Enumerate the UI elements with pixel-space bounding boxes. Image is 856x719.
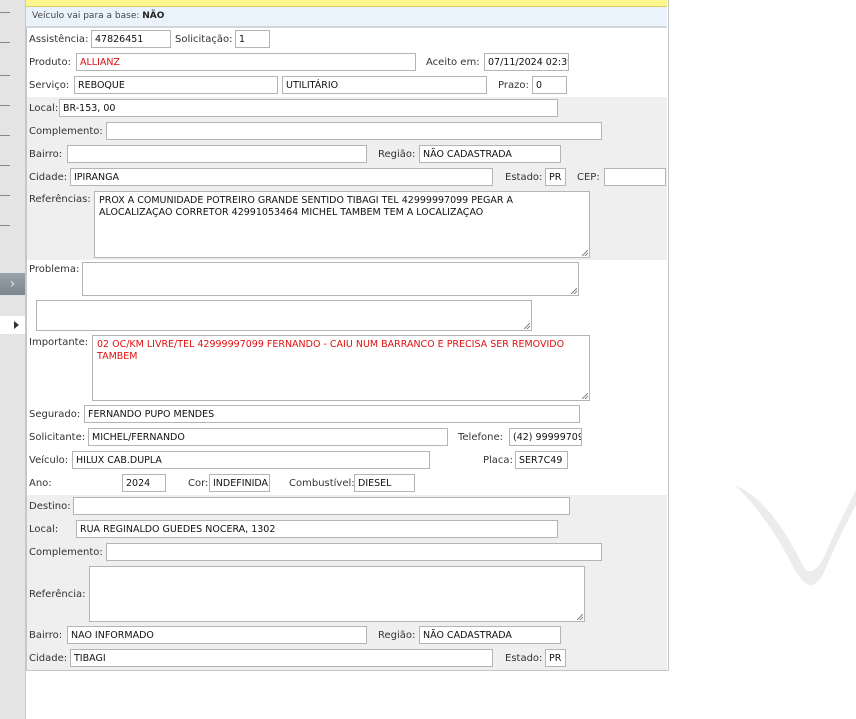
divider — [0, 12, 10, 13]
destino-local-field[interactable]: RUA REGINALDO GUEDES NOCERA, 1302 — [76, 520, 558, 538]
importante-textarea[interactable]: 02 OC/KM LIVRE/TEL 42999997099 FERNANDO … — [92, 335, 590, 401]
importante-label: Importante: — [29, 337, 89, 348]
divider — [0, 75, 10, 76]
placa-label: Placa: — [483, 455, 513, 466]
problema-detail-textarea[interactable] — [36, 300, 532, 331]
chevron-right-icon: › — [9, 276, 16, 292]
destino-referencia-textarea[interactable] — [89, 566, 585, 622]
destino-field[interactable] — [73, 497, 570, 515]
referencias-label: Referências: — [29, 194, 91, 205]
bairro-label: Bairro: — [29, 149, 63, 160]
prazo-label: Prazo: — [498, 80, 529, 91]
assistencia-field[interactable]: 47826451 — [91, 30, 171, 48]
divider — [0, 105, 10, 106]
destino-regiao-field[interactable]: NÃO CADASTRADA — [419, 626, 561, 644]
aceito-field[interactable]: 07/11/2024 02:39 — [484, 53, 569, 71]
solicitante-label: Solicitante: — [29, 432, 86, 443]
cidade-label: Cidade: — [29, 172, 68, 183]
telefone-label: Telefone: — [458, 432, 503, 443]
regiao-label: Região: — [378, 149, 416, 160]
referencias-textarea[interactable]: PROX A COMUNIDADE POTREIRO GRANDE SENTID… — [94, 191, 590, 258]
solicitante-field[interactable]: MICHEL/FERNANDO — [88, 428, 448, 446]
segurado-label: Segurado: — [29, 409, 81, 420]
destino-cidade-field[interactable]: TIBAGI — [70, 649, 493, 667]
complemento-label: Complemento: — [29, 126, 103, 137]
veiculo-label: Veículo: — [29, 455, 69, 466]
destino-cidade-label: Cidade: — [29, 653, 68, 664]
destino-bairro-label: Bairro: — [29, 630, 63, 641]
cor-field[interactable]: INDEFINIDA — [209, 474, 270, 492]
solicitacao-field[interactable]: 1 — [235, 30, 270, 48]
local-field[interactable]: BR-153, 00 — [59, 99, 558, 117]
expand-row[interactable] — [0, 316, 25, 334]
combustivel-label: Combustível: — [289, 478, 355, 489]
destino-estado-field[interactable]: PR — [545, 649, 566, 667]
base-info-bar: Veículo vai para a base: NÃO — [26, 7, 667, 28]
cep-field[interactable] — [604, 168, 666, 186]
divider — [0, 135, 10, 136]
problema-textarea[interactable] — [82, 262, 579, 296]
solicitacao-label: Solicitação: — [175, 34, 233, 45]
destino-complemento-label: Complemento: — [29, 547, 103, 558]
triangle-right-icon[interactable] — [14, 321, 19, 329]
problema-label: Problema: — [29, 264, 80, 275]
servico-tipo-field[interactable]: UTILITÁRIO — [282, 76, 487, 94]
destino-regiao-label: Região: — [378, 630, 416, 641]
watermark-swoosh-icon — [735, 485, 856, 585]
estado-label: Estado: — [505, 172, 543, 183]
divider — [0, 165, 10, 166]
segurado-field[interactable]: FERNANDO PUPO MENDES — [84, 405, 580, 423]
sidebar: › — [0, 0, 26, 719]
produto-label: Produto: — [29, 57, 71, 68]
destino-bairro-field[interactable]: NAO INFORMADO — [67, 626, 367, 644]
bairro-field[interactable] — [67, 145, 367, 163]
placa-field[interactable]: SER7C49 — [515, 451, 568, 469]
destino-estado-label: Estado: — [505, 653, 543, 664]
estado-field[interactable]: PR — [545, 168, 566, 186]
destino-local-label: Local: — [29, 524, 59, 535]
complemento-field[interactable] — [106, 122, 602, 140]
regiao-field[interactable]: NÃO CADASTRADA — [419, 145, 561, 163]
cidade-field[interactable]: IPIRANGA — [70, 168, 493, 186]
sidebar-toggle-button[interactable]: › — [0, 273, 25, 295]
local-label: Local: — [29, 103, 59, 114]
telefone-field[interactable]: (42) 999997099 — [509, 428, 582, 446]
combustivel-field[interactable]: DIESEL — [354, 474, 415, 492]
cep-label: CEP: — [577, 172, 600, 183]
aceito-label: Aceito em: — [426, 57, 480, 68]
destino-referencia-label: Referência: — [29, 589, 86, 600]
destino-label: Destino: — [29, 501, 71, 512]
assistencia-label: Assistência: — [29, 34, 89, 45]
prazo-field[interactable]: 0 — [532, 76, 567, 94]
divider — [0, 195, 10, 196]
servico-field[interactable]: REBOQUE — [74, 76, 278, 94]
servico-label: Serviço: — [29, 80, 70, 91]
divider — [0, 42, 10, 43]
panel-header — [26, 0, 667, 7]
ano-label: Ano: — [29, 478, 52, 489]
destino-complemento-field[interactable] — [106, 543, 602, 561]
base-value: NÃO — [142, 11, 165, 21]
produto-field[interactable]: ALLIANZ — [76, 53, 416, 71]
veiculo-field[interactable]: HILUX CAB.DUPLA — [72, 451, 430, 469]
base-label: Veículo vai para a base: — [32, 11, 140, 21]
divider — [0, 225, 10, 226]
ano-field[interactable]: 2024 — [122, 474, 166, 492]
cor-label: Cor: — [188, 478, 209, 489]
